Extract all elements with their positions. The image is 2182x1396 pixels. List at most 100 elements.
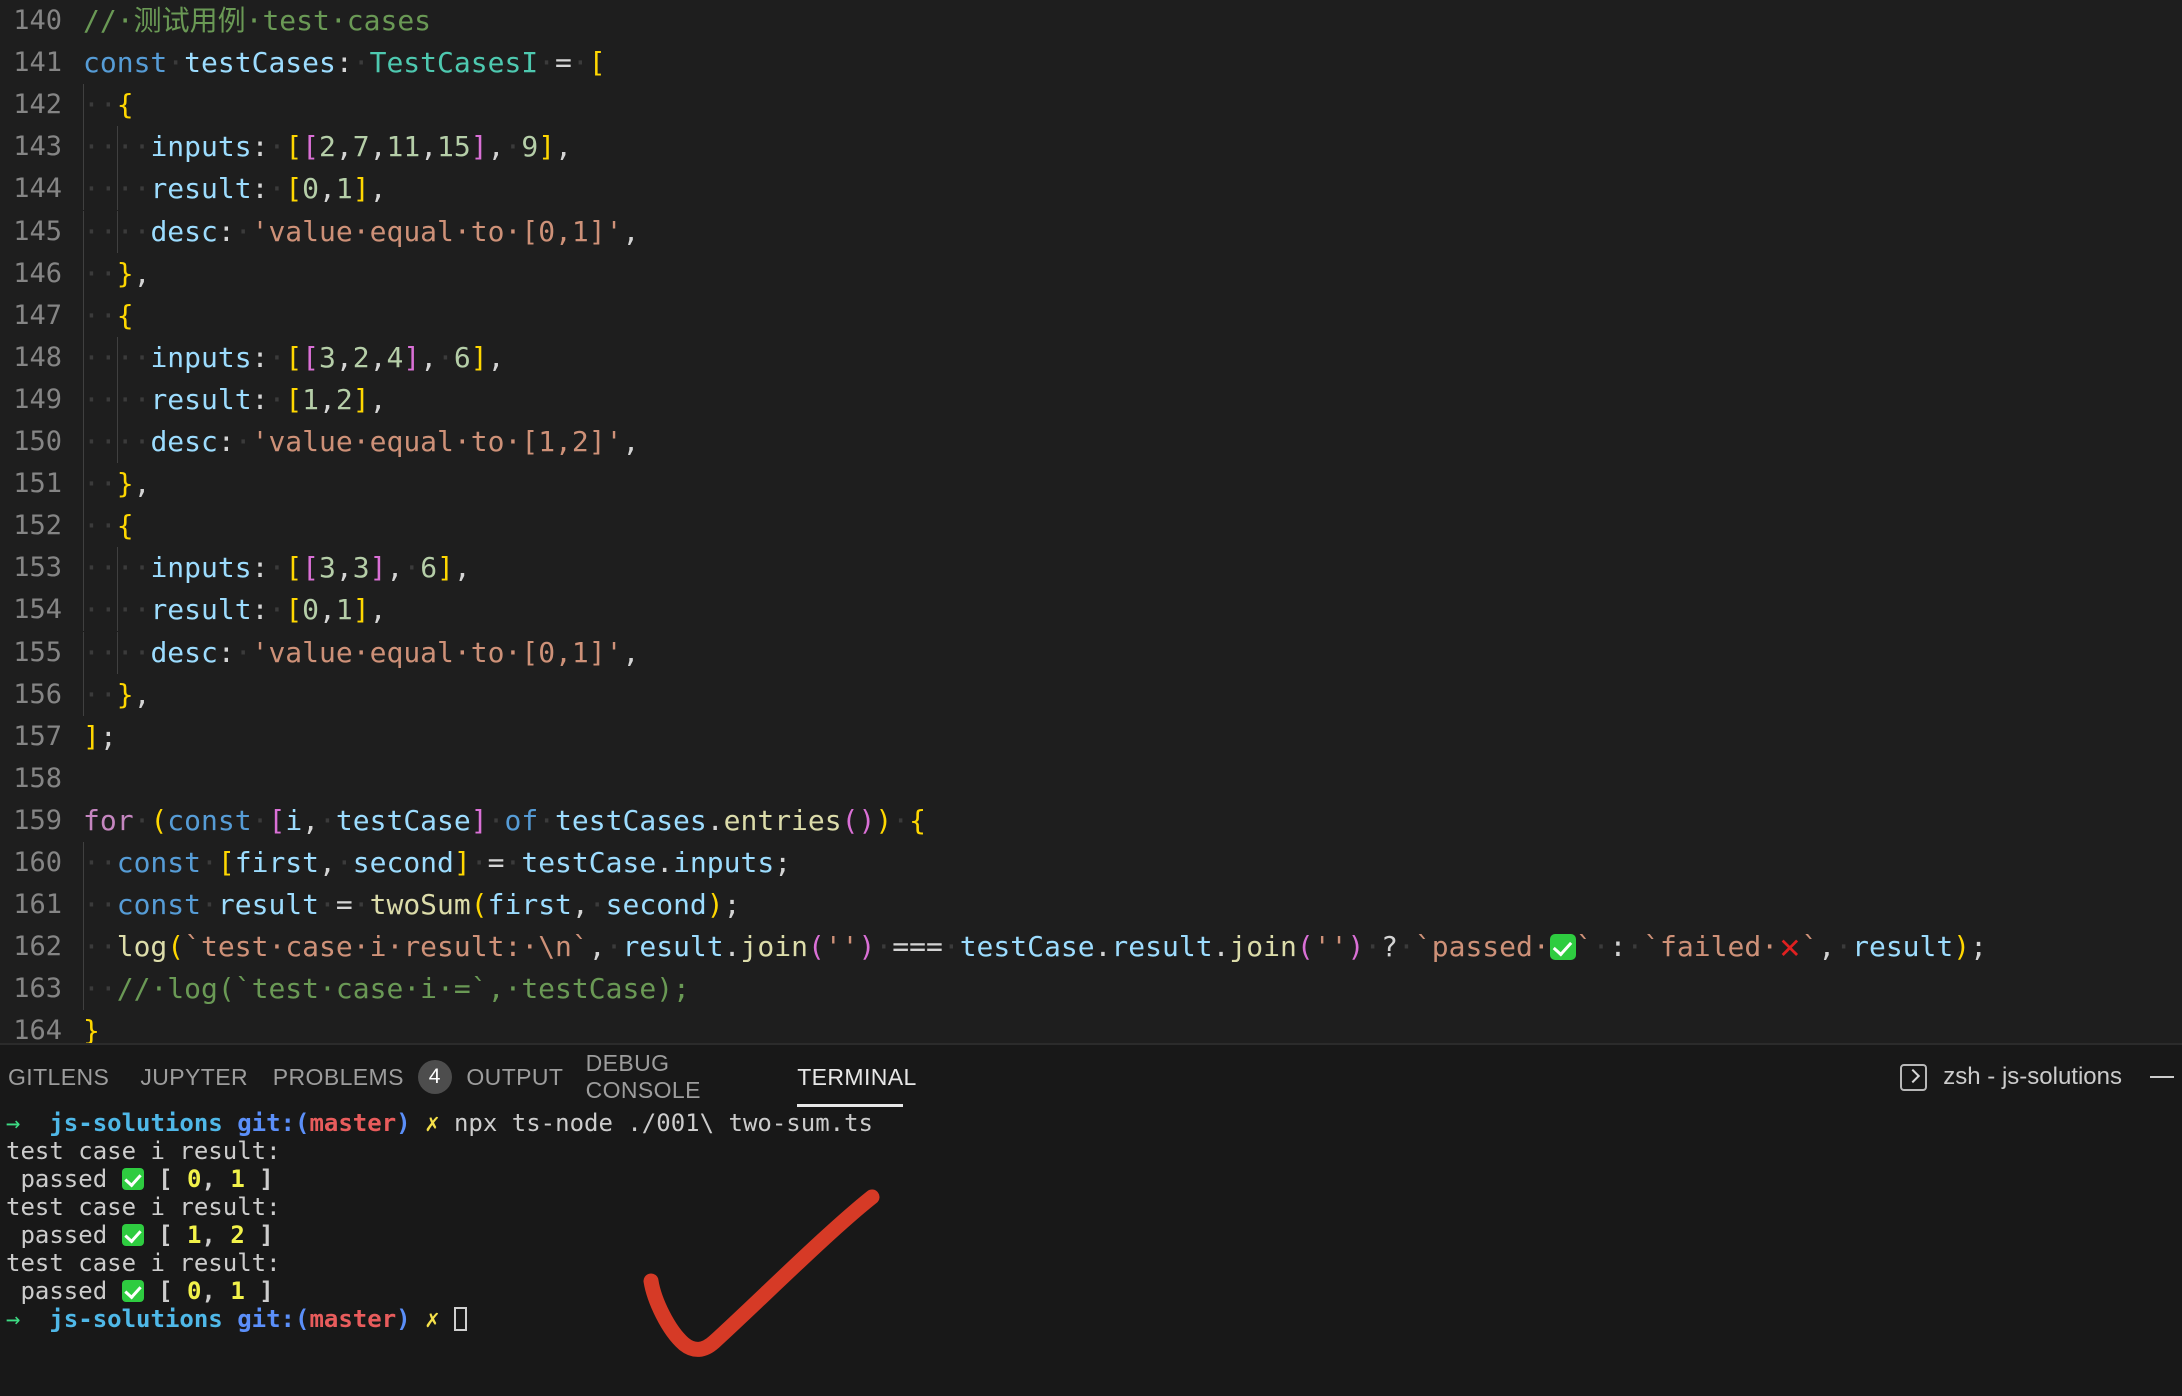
terminal-command-line: → js-solutions git:(master) ✗ npx ts-nod… [0, 1109, 2182, 1137]
line-number: 163 [13, 973, 62, 1005]
line-number: 142 [13, 89, 62, 121]
prompt-git-close: ) [396, 1305, 411, 1333]
code-text: ··const·result·=·twoSum(first,·second); [83, 888, 741, 922]
line-number: 140 [13, 5, 62, 36]
code-text: ··//·log(`test·case·i·=`,·testCase); [83, 972, 690, 1006]
code-line[interactable]: 151 ··}, [0, 463, 2182, 506]
code-line[interactable]: 155 ····desc:·'value·equal·to·[0,1]', [0, 631, 2182, 674]
code-line[interactable]: 153 ····inputs:·[[3,3],·6], [0, 547, 2182, 590]
result-status: passed [20, 1221, 108, 1249]
code-line[interactable]: 156 ··}, [0, 673, 2182, 716]
prompt-git-branch: master [309, 1109, 397, 1137]
line-number: 145 [13, 215, 62, 247]
code-line[interactable]: 147 ··{ [0, 294, 2182, 337]
terminal-result-line: passed [ 1, 2 ] [0, 1221, 2182, 1249]
code-text: ··const·[first,·second]·=·testCase.input… [83, 846, 792, 879]
prompt-git-label: git:( [237, 1109, 310, 1137]
terminal-result-header: test case i result: [6, 1137, 281, 1165]
code-line[interactable]: 157]; [0, 716, 2182, 758]
panel-tab-bar: GITLENS JUPYTER PROBLEMS 4 OUTPUT DEBUG CONSO… [0, 1045, 2182, 1109]
terminal-icon[interactable] [1900, 1063, 1928, 1091]
terminal-result-header: test case i result: [6, 1193, 281, 1221]
panel-tab-gitlens[interactable]: GITLENS [8, 1045, 109, 1109]
code-line[interactable]: 142 ··{ [0, 84, 2182, 127]
panel-tab-terminal[interactable]: TERMINAL [797, 1045, 916, 1109]
bottom-panel: GITLENS JUPYTER PROBLEMS 4 OUTPUT DEBUG CONSO… [0, 1043, 2182, 1396]
panel-tab-label: DEBUG CONSOLE [585, 1050, 701, 1103]
check-mark-icon [121, 1280, 144, 1302]
panel-tab-debug-console[interactable]: DEBUG CONSOLE [586, 1045, 758, 1109]
terminal-prompt-line: → js-solutions git:(master) ✗ [0, 1305, 2182, 1333]
code-text: ····inputs:·[[3,2,4],·6], [83, 340, 505, 374]
panel-tab-label: OUTPUT [466, 1063, 564, 1090]
code-line[interactable]: 140 //·测试用例·test·cases [0, 0, 2182, 42]
line-number: 159 [13, 804, 62, 836]
line-number: 150 [13, 426, 62, 457]
code-line[interactable]: 164} [0, 1010, 2182, 1043]
code-line[interactable]: 148 ····inputs:·[[3,2,4],·6], [0, 336, 2182, 379]
panel-tab-label: PROBLEMS [272, 1063, 404, 1090]
code-text: ····result:·[0,1], [83, 593, 387, 627]
panel-tab-output[interactable]: OUTPUT [466, 1045, 563, 1109]
code-line[interactable]: 152 ··{ [0, 505, 2182, 548]
code-line[interactable]: 145 ····desc:·'value·equal·to·[0,1]', [0, 210, 2182, 253]
panel-tab-label: TERMINAL [797, 1063, 917, 1090]
terminal-selector-label[interactable]: zsh - js-solutions [1943, 1063, 2122, 1091]
code-line[interactable]: 143 ····inputs:·[[2,7,11,15],·9], [0, 126, 2182, 169]
code-text: //·测试用例·test·cases [83, 4, 432, 37]
minimize-icon[interactable] [2150, 1076, 2174, 1078]
line-number: 144 [13, 173, 62, 205]
code-text: for·(const·[i,·testCase]·of·testCases.en… [83, 803, 926, 837]
result-status: passed [20, 1165, 108, 1193]
code-line[interactable]: 154 ····result:·[0,1], [0, 589, 2182, 632]
line-number: 149 [13, 383, 62, 415]
line-number: 164 [13, 1015, 62, 1043]
code-text: ··{ [83, 88, 134, 122]
prompt-git-branch: master [309, 1305, 397, 1333]
code-line[interactable]: 144 ····result:·[0,1], [0, 168, 2182, 211]
line-number: 161 [13, 889, 62, 921]
line-number: 141 [13, 47, 62, 79]
code-line[interactable]: 159 for·(const·[i,·testCase]·of·testCases… [0, 800, 2182, 842]
code-text: ··{ [83, 509, 134, 543]
code-line[interactable]: 161 ··const·result·=·twoSum(first,·second… [0, 884, 2182, 927]
terminal-result-line: passed [ 0, 1 ] [0, 1277, 2182, 1305]
code-editor[interactable]: 140 //·测试用例·test·cases 141 const·testCases:… [0, 0, 2182, 1043]
code-line[interactable]: 163 ··//·log(`test·case·i·=`,·testCase); [0, 968, 2182, 1011]
line-number: 160 [13, 847, 62, 878]
code-text: ····desc:·'value·equal·to·[1,2]', [83, 425, 640, 458]
code-text: ····inputs:·[[3,3],·6], [83, 551, 471, 585]
terminal-result-header: test case i result: [6, 1249, 281, 1277]
panel-tab-label: JUPYTER [140, 1063, 248, 1090]
code-line[interactable]: 150 ····desc:·'value·equal·to·[1,2]', [0, 421, 2182, 464]
code-line[interactable]: 160 ··const·[first,·second]·=·testCase.in… [0, 842, 2182, 885]
panel-tab-jupyter[interactable]: JUPYTER [140, 1045, 247, 1109]
code-line[interactable]: 149 ····result:·[1,2], [0, 378, 2182, 421]
prompt-status-icon: ✗ [425, 1305, 440, 1333]
check-mark-icon [121, 1168, 144, 1190]
result-values: [ 1, 2 ] [158, 1221, 274, 1249]
problems-count-badge: 4 [417, 1060, 452, 1094]
line-number: 147 [13, 299, 62, 331]
terminal-cursor [453, 1307, 467, 1331]
line-number: 146 [13, 257, 62, 289]
code-text: ····inputs:·[[2,7,11,15],·9], [83, 130, 572, 164]
code-line[interactable]: 158 [0, 758, 2182, 800]
panel-tab-problems[interactable]: PROBLEMS 4 [272, 1045, 452, 1109]
code-text: ··}, [83, 677, 151, 711]
terminal-command: npx ts-node ./001\ two-sum.ts [453, 1109, 873, 1137]
code-text: ····desc:·'value·equal·to·[0,1]', [83, 214, 640, 248]
code-text: ····desc:·'value·equal·to·[0,1]', [83, 635, 640, 669]
line-number: 162 [13, 931, 62, 963]
code-text: ··{ [83, 298, 134, 332]
code-line[interactable]: 146 ··}, [0, 252, 2182, 295]
line-number: 153 [13, 552, 62, 584]
code-line[interactable]: 141 const·testCases:·TestCasesI·=·[ [0, 42, 2182, 84]
prompt-arrow: → [6, 1109, 21, 1137]
code-text: ··}, [83, 256, 151, 290]
prompt-git-label: git:( [237, 1305, 310, 1333]
code-text: ····result:·[0,1], [83, 172, 387, 206]
line-number: 156 [13, 678, 62, 710]
terminal-output[interactable]: → js-solutions git:(master) ✗ npx ts-nod… [0, 1109, 2182, 1396]
code-line[interactable]: 162 ··log(`test·case·i·result:·\n`,·resul… [0, 926, 2182, 969]
